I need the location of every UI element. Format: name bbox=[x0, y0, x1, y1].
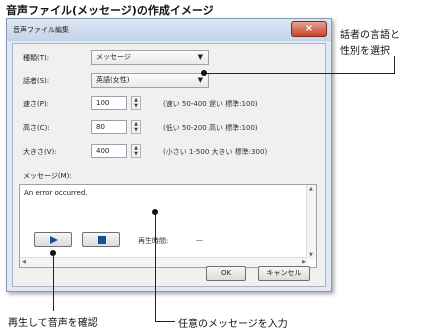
speaker-label: 話者(S): bbox=[23, 77, 50, 85]
arrow-right-icon[interactable]: ▶ bbox=[302, 259, 306, 265]
play-callout: 再生して音声を確認 bbox=[8, 318, 98, 329]
message-callout: 任意のメッセージを入力 bbox=[178, 319, 288, 330]
arrow-down-icon[interactable]: ▼ bbox=[132, 103, 140, 109]
pitch-hint: (低い 50-200 高い 標準:100) bbox=[163, 124, 258, 132]
play-icon bbox=[50, 236, 58, 244]
vertical-scrollbar[interactable]: ▲ ▼ bbox=[306, 185, 316, 259]
speaker-callout-line bbox=[205, 73, 395, 74]
speaker-callout-line2: 性別を選択 bbox=[340, 46, 390, 57]
type-select[interactable]: メッセージ ▼ bbox=[91, 50, 209, 65]
message-text: An error occurred. bbox=[24, 189, 88, 197]
close-button[interactable]: × bbox=[291, 21, 327, 37]
ok-button[interactable]: OK bbox=[206, 266, 246, 281]
chevron-down-icon: ▼ bbox=[197, 53, 203, 61]
playtime-label: 再生時間: bbox=[138, 237, 169, 245]
dialog-content: 種類(T): メッセージ ▼ 話者(S): 英語(女性) ▼ 速さ(P): 10… bbox=[12, 43, 326, 287]
play-callout-line bbox=[53, 253, 54, 311]
pitch-stepper[interactable]: ▲ ▼ bbox=[131, 120, 141, 134]
type-select-value: メッセージ bbox=[96, 53, 131, 61]
message-callout-connector bbox=[155, 321, 175, 322]
cancel-button[interactable]: キャンセル bbox=[258, 266, 310, 281]
arrow-left-icon[interactable]: ◀ bbox=[22, 259, 26, 265]
speaker-select[interactable]: 英語(女性) ▼ bbox=[91, 73, 209, 88]
speaker-callout-line1: 話者の言語と bbox=[340, 30, 400, 41]
title-bar: 音声ファイル編集 × bbox=[7, 19, 331, 41]
play-button[interactable] bbox=[34, 232, 72, 247]
speed-stepper[interactable]: ▲ ▼ bbox=[131, 96, 141, 110]
speed-input[interactable]: 100 bbox=[91, 96, 127, 110]
stop-button[interactable] bbox=[82, 232, 120, 247]
dialog-title: 音声ファイル編集 bbox=[13, 26, 69, 34]
message-textarea[interactable]: An error occurred. ▲ ▼ ◀ ▶ bbox=[19, 184, 317, 268]
pitch-label: 高さ(C): bbox=[23, 124, 50, 132]
stop-icon bbox=[98, 236, 106, 244]
message-callout-line bbox=[155, 212, 156, 322]
arrow-down-icon[interactable]: ▼ bbox=[132, 151, 140, 157]
speed-label: 速さ(P): bbox=[23, 100, 50, 108]
speaker-callout-connector bbox=[394, 56, 395, 73]
playtime-value: — bbox=[196, 236, 203, 244]
speaker-select-value: 英語(女性) bbox=[96, 76, 130, 84]
speaker-callout-dot bbox=[201, 70, 207, 76]
volume-stepper[interactable]: ▲ ▼ bbox=[131, 144, 141, 158]
arrow-down-icon[interactable]: ▼ bbox=[309, 252, 313, 258]
page-title: 音声ファイル(メッセージ)の作成イメージ bbox=[6, 4, 214, 17]
pitch-input[interactable]: 80 bbox=[91, 120, 127, 134]
arrow-down-icon[interactable]: ▼ bbox=[132, 127, 140, 133]
arrow-up-icon[interactable]: ▲ bbox=[309, 186, 313, 192]
chevron-down-icon: ▼ bbox=[197, 76, 203, 84]
close-icon: × bbox=[304, 23, 314, 34]
speed-hint: (速い 50-400 遅い 標準:100) bbox=[163, 100, 258, 108]
message-label: メッセージ(M): bbox=[23, 172, 72, 180]
volume-input[interactable]: 400 bbox=[91, 144, 127, 158]
type-label: 種類(T): bbox=[23, 54, 50, 62]
volume-label: 大きさ(V): bbox=[23, 148, 57, 156]
volume-hint: (小さい 1-500 大きい 標準:300) bbox=[163, 148, 268, 156]
